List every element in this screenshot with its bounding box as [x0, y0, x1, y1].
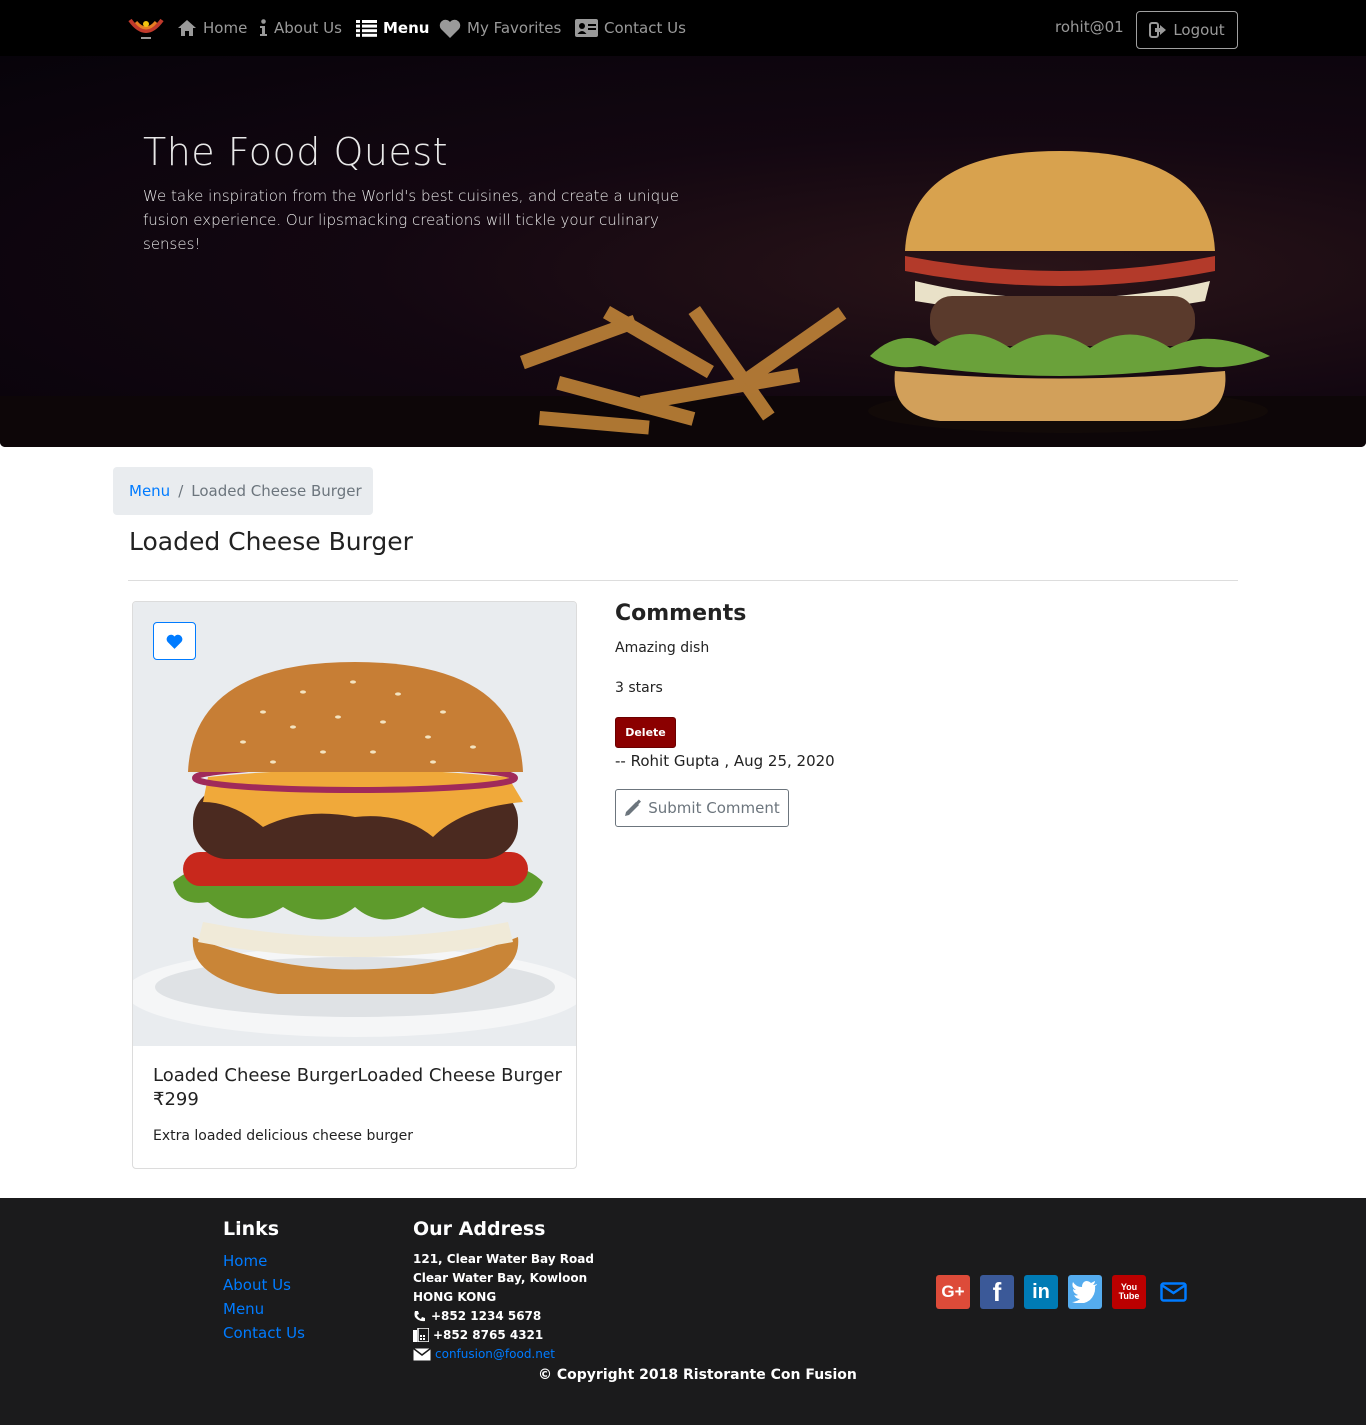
pencil-icon: [625, 799, 642, 816]
phone-icon: [414, 1310, 425, 1321]
comment-rating: 3 stars: [615, 680, 663, 696]
submit-comment-label: Submit Comment: [648, 799, 780, 817]
logout-label: Logout: [1173, 21, 1225, 39]
email-icon[interactable]: [1156, 1275, 1190, 1309]
footer-link-home[interactable]: Home: [223, 1252, 267, 1270]
fax-number: +852 8765 4321: [433, 1328, 544, 1342]
copyright: © Copyright 2018 Ristorante Con Fusion: [538, 1367, 857, 1383]
envelope-icon: [413, 1347, 431, 1360]
breadcrumb-separator: /: [178, 482, 184, 500]
comments-heading: Comments: [615, 601, 747, 626]
divider: [128, 580, 1238, 581]
twitter-icon[interactable]: [1068, 1275, 1102, 1309]
home-icon: [178, 20, 196, 36]
nav-home[interactable]: Home: [177, 17, 247, 39]
dish-title: Loaded Cheese BurgerLoaded Cheese Burger…: [153, 1065, 562, 1110]
nav-menu-label: Menu: [383, 19, 430, 37]
footer-address-heading: Our Address: [413, 1218, 546, 1240]
breadcrumb: Menu / Loaded Cheese Burger: [113, 467, 373, 515]
phone-number: +852 1234 5678: [431, 1309, 542, 1323]
linkedin-icon[interactable]: in: [1024, 1275, 1058, 1309]
nav-about-label: About Us: [274, 19, 342, 37]
comment-byline: -- Rohit Gupta , Aug 25, 2020: [615, 752, 835, 770]
heart-icon: [439, 19, 461, 38]
nav-about[interactable]: About Us: [259, 17, 342, 39]
twitter-bird: [1072, 1281, 1097, 1303]
hero-title: The Food Quest: [143, 130, 449, 174]
dish-card: Loaded Cheese BurgerLoaded Cheese Burger…: [132, 601, 577, 1169]
email-line: confusion@food.net: [413, 1347, 555, 1361]
nav-contact[interactable]: Contact Us: [575, 17, 686, 39]
heart-icon: [166, 634, 183, 649]
brand-logo[interactable]: [127, 12, 165, 44]
logout-button[interactable]: Logout: [1136, 11, 1238, 49]
envelope-outline-icon: [1159, 1282, 1187, 1302]
footer: [0, 1198, 1366, 1425]
sign-out-icon: [1149, 22, 1167, 38]
list-icon: [356, 19, 377, 37]
footer-links-heading: Links: [223, 1218, 280, 1240]
address-card-icon: [575, 19, 598, 37]
address-line-3: HONG KONG: [413, 1290, 497, 1304]
footer-link-about[interactable]: About Us: [223, 1276, 291, 1294]
facebook-icon[interactable]: f: [980, 1275, 1014, 1309]
footer-link-menu[interactable]: Menu: [223, 1300, 264, 1318]
dish-description: Extra loaded delicious cheese burger: [153, 1128, 414, 1144]
address-line-2: Clear Water Bay, Kowloon: [413, 1271, 588, 1285]
page-title: Loaded Cheese Burger: [129, 527, 413, 556]
breadcrumb-current: Loaded Cheese Burger: [191, 482, 362, 500]
nav-home-label: Home: [203, 19, 248, 37]
submit-comment-button[interactable]: Submit Comment: [615, 789, 789, 827]
delete-comment-button[interactable]: Delete: [615, 717, 676, 748]
youtube-icon[interactable]: You Tube: [1112, 1275, 1146, 1309]
info-icon: [260, 19, 267, 36]
footer-link-contact[interactable]: Contact Us: [223, 1324, 305, 1342]
hero-jumbotron: The Food Quest We take inspiration from …: [0, 56, 1366, 447]
dish-image: [133, 602, 576, 1046]
google-plus-icon[interactable]: G+: [936, 1275, 970, 1309]
nav-menu[interactable]: Menu: [356, 17, 429, 39]
fax-icon: [413, 1328, 429, 1342]
comment-text: Amazing dish: [615, 640, 710, 656]
fax-line: +852 8765 4321: [413, 1328, 543, 1342]
username: rohit@01: [1055, 18, 1124, 36]
nav-favorites-label: My Favorites: [467, 19, 562, 37]
hero-description: We take inspiration from the World's bes…: [143, 187, 679, 253]
email-link[interactable]: confusion@food.net: [435, 1347, 555, 1361]
top-navbar: Home About Us Menu My Favorites Contact …: [0, 0, 1366, 56]
nav-favorites[interactable]: My Favorites: [439, 17, 561, 39]
nav-contact-label: Contact Us: [604, 19, 686, 37]
address-line-1: 121, Clear Water Bay Road: [413, 1252, 594, 1266]
phone-line: +852 1234 5678: [413, 1309, 541, 1323]
favorite-button[interactable]: [153, 622, 196, 660]
breadcrumb-menu-link[interactable]: Menu: [129, 482, 170, 500]
